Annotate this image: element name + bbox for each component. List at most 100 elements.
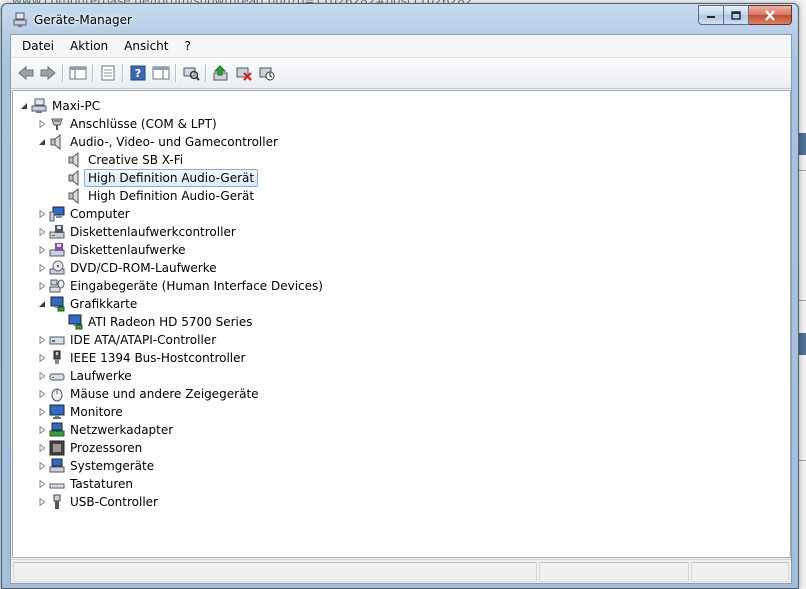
tree-node-label: IEEE 1394 Bus-Hostcontroller xyxy=(70,351,246,365)
tree-node-label: Computer xyxy=(70,207,130,221)
floppy-drive-icon xyxy=(49,243,65,257)
collapse-arrow-icon[interactable] xyxy=(37,133,47,151)
menu-ansicht[interactable]: Ansicht xyxy=(116,36,176,56)
expand-arrow-icon[interactable] xyxy=(37,475,47,493)
tree-child-creative[interactable]: Creative SB X-Fi xyxy=(67,151,185,169)
minimize-button[interactable] xyxy=(698,5,724,25)
properties-button[interactable] xyxy=(97,63,119,83)
tree-node-label: Diskettenlaufwerkcontroller xyxy=(70,225,236,239)
menu-datei[interactable]: Datei xyxy=(11,36,62,56)
expand-arrow-icon[interactable] xyxy=(37,439,47,457)
computer-icon xyxy=(49,206,65,222)
tree-node-firewire[interactable]: IEEE 1394 Bus-Hostcontroller xyxy=(37,349,247,367)
tree-node-label: Prozessoren xyxy=(70,441,143,455)
title-bar[interactable]: Geräte-Manager xyxy=(2,4,798,35)
network-adapter-icon xyxy=(49,422,65,437)
help-button[interactable]: ? xyxy=(127,63,149,83)
collapse-arrow-icon[interactable] xyxy=(19,97,29,115)
tree-node-floppy-controller[interactable]: Diskettenlaufwerkcontroller xyxy=(37,223,238,241)
tree-child-hd-audio-selected[interactable]: High Definition Audio-Gerät xyxy=(67,169,259,187)
dvd-drive-icon xyxy=(49,260,65,275)
tree-child-ati[interactable]: ATI Radeon HD 5700 Series xyxy=(67,313,254,331)
firewire-icon xyxy=(53,350,61,364)
toolbar-separator xyxy=(92,64,94,82)
device-tree[interactable]: Maxi-PC Anschlüsse (COM & LPT) Audio-, V… xyxy=(12,90,791,558)
expand-arrow-icon[interactable] xyxy=(37,367,47,385)
expand-arrow-icon[interactable] xyxy=(37,349,47,367)
expand-arrow-icon[interactable] xyxy=(37,421,47,439)
menu-aktion[interactable]: Aktion xyxy=(62,36,116,56)
show-hide-console-tree-button[interactable] xyxy=(67,63,89,83)
ide-controller-icon xyxy=(49,336,65,345)
tree-node-audio[interactable]: Audio-, Video- und Gamecontroller xyxy=(37,133,280,151)
tree-node-label: DVD/CD-ROM-Laufwerke xyxy=(70,261,217,275)
expand-arrow-icon[interactable] xyxy=(37,241,47,259)
uninstall-button[interactable] xyxy=(233,63,255,83)
tree-node-label: IDE ATA/ATAPI-Controller xyxy=(70,333,217,347)
properties-icon xyxy=(101,65,115,81)
tree-root[interactable]: Maxi-PC xyxy=(19,97,102,115)
tree-node-drives[interactable]: Laufwerke xyxy=(37,367,134,385)
expand-arrow-icon[interactable] xyxy=(37,277,47,295)
disk-drive-icon xyxy=(49,373,65,381)
expand-arrow-icon[interactable] xyxy=(37,115,47,133)
tree-node-label: USB-Controller xyxy=(70,495,158,509)
status-pane xyxy=(691,562,789,582)
close-button[interactable] xyxy=(749,5,792,25)
collapse-arrow-icon[interactable] xyxy=(37,295,47,313)
client-area: Datei Aktion Ansicht ? ? Maxi-PC Anschlü… xyxy=(10,34,792,584)
update-driver-button[interactable] xyxy=(210,63,232,83)
show-hide-console-tree-icon xyxy=(69,66,87,80)
scan-hardware-button[interactable] xyxy=(180,63,202,83)
back-icon xyxy=(18,65,34,81)
tree-node-monitors[interactable]: Monitore xyxy=(37,403,125,421)
tree-node-hid[interactable]: Eingabegeräte (Human Interface Devices) xyxy=(37,277,325,295)
tree-child-label: Creative SB X-Fi xyxy=(88,153,184,167)
disable-device-icon xyxy=(259,67,275,81)
scan-hardware-icon xyxy=(183,67,200,81)
tree-node-usb[interactable]: USB-Controller xyxy=(37,493,160,511)
tree-node-network[interactable]: Netzwerkadapter xyxy=(37,421,175,439)
expand-arrow-icon[interactable] xyxy=(37,331,47,349)
tree-node-label: Anschlüsse (COM & LPT) xyxy=(70,117,217,131)
tree-child-hd-audio[interactable]: High Definition Audio-Gerät xyxy=(67,187,256,205)
forward-button[interactable] xyxy=(37,63,59,83)
tree-node-computer[interactable]: Computer xyxy=(37,205,132,223)
floppy-controller-icon xyxy=(49,225,65,239)
tree-node-ports[interactable]: Anschlüsse (COM & LPT) xyxy=(37,115,219,133)
tree-node-mice[interactable]: Mäuse und andere Zeigegeräte xyxy=(37,385,261,403)
back-button[interactable] xyxy=(15,63,37,83)
menu-bar: Datei Aktion Ansicht ? xyxy=(11,35,791,58)
tree-node-floppy-drives[interactable]: Diskettenlaufwerke xyxy=(37,241,187,259)
tree-node-system[interactable]: Systemgeräte xyxy=(37,457,156,475)
expand-arrow-icon[interactable] xyxy=(37,385,47,403)
status-pane xyxy=(13,562,537,582)
toolbar-separator xyxy=(62,64,64,82)
tree-child-label: ATI Radeon HD 5700 Series xyxy=(88,315,253,329)
tree-node-keyboards[interactable]: Tastaturen xyxy=(37,475,135,493)
show-action-pane-button[interactable] xyxy=(150,63,172,83)
disable-device-button[interactable] xyxy=(256,63,278,83)
window-title: Geräte-Manager xyxy=(34,13,132,27)
expand-arrow-icon[interactable] xyxy=(37,457,47,475)
hid-icon xyxy=(49,279,65,293)
svg-text:?: ? xyxy=(135,67,141,80)
uninstall-icon xyxy=(236,67,252,81)
expand-arrow-icon[interactable] xyxy=(37,223,47,241)
tree-node-processors[interactable]: Prozessoren xyxy=(37,439,144,457)
tree-node-ide[interactable]: IDE ATA/ATAPI-Controller xyxy=(37,331,218,349)
forward-icon xyxy=(40,65,56,81)
tree-node-dvd[interactable]: DVD/CD-ROM-Laufwerke xyxy=(37,259,219,277)
expand-arrow-icon[interactable] xyxy=(37,259,47,277)
tree-node-graphics[interactable]: Grafikkarte xyxy=(37,295,139,313)
expand-arrow-icon[interactable] xyxy=(37,493,47,511)
expand-arrow-icon[interactable] xyxy=(37,403,47,421)
expand-arrow-icon[interactable] xyxy=(37,205,47,223)
menu-help[interactable]: ? xyxy=(176,36,198,56)
close-icon xyxy=(765,9,775,21)
keyboard-icon xyxy=(49,483,65,489)
maximize-button[interactable] xyxy=(724,5,749,25)
tree-node-label: Diskettenlaufwerke xyxy=(70,243,186,257)
mouse-icon xyxy=(51,388,63,402)
status-bar xyxy=(11,559,791,582)
